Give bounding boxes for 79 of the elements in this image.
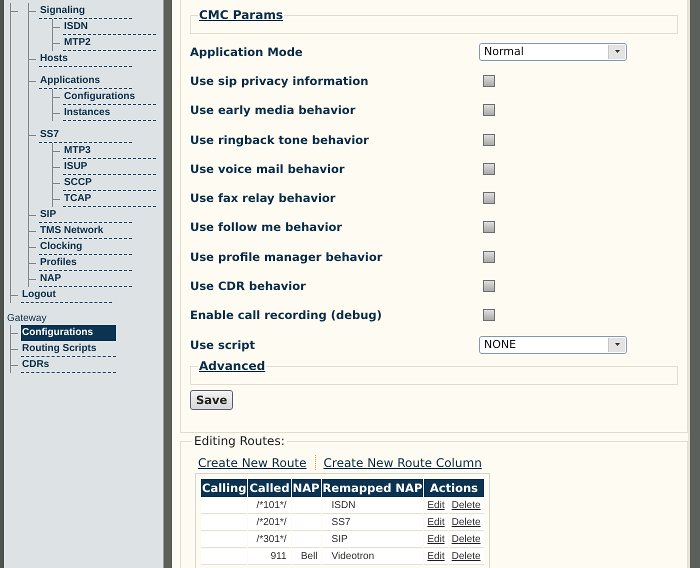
- column-header: Remapped NAP: [322, 479, 424, 498]
- nav-link[interactable]: Applications: [39, 73, 132, 89]
- table-cell: ISDN: [322, 498, 424, 514]
- dropdown[interactable]: NONE: [479, 336, 627, 354]
- table-cell: /*201*/: [248, 515, 291, 532]
- field-label: Use script: [190, 338, 256, 352]
- field-label: Use voice mail behavior: [190, 162, 346, 176]
- create-link[interactable]: Create New Route: [198, 456, 307, 470]
- nav-link[interactable]: SIP: [39, 207, 132, 223]
- nav-link[interactable]: Signaling: [39, 3, 132, 19]
- checkbox[interactable]: [483, 250, 495, 263]
- table-cell: 911: [248, 549, 291, 566]
- create-link[interactable]: Create New Route Column: [324, 456, 482, 470]
- nav-link[interactable]: TCAP: [63, 191, 156, 207]
- checkbox[interactable]: [483, 104, 495, 116]
- checkbox[interactable]: [483, 309, 495, 322]
- table-cell: [292, 515, 321, 532]
- field-label: Use ringback tone behavior: [190, 132, 370, 147]
- row-action-link[interactable]: Delete: [452, 551, 481, 562]
- nav-link[interactable]: Profiles: [39, 255, 132, 271]
- nav-link[interactable]: MTP2: [63, 35, 156, 51]
- nav-link[interactable]: Routing Scripts: [21, 341, 116, 357]
- checkbox[interactable]: [483, 280, 495, 292]
- checkbox[interactable]: [483, 74, 495, 87]
- checkbox[interactable]: [483, 134, 495, 146]
- field-label: Use CDR behavior: [190, 279, 307, 294]
- row-action-link[interactable]: Delete: [452, 500, 481, 512]
- section-title: Editing Routes:: [192, 435, 287, 448]
- table-cell: [292, 498, 321, 514]
- field-label: Application Mode: [190, 44, 304, 59]
- nav-link[interactable]: SCCP: [63, 175, 156, 191]
- nav-link[interactable]: TMS Network: [39, 223, 132, 239]
- table-cell: [201, 532, 248, 548]
- table-cell: /*301*/: [248, 532, 291, 548]
- field-label: Use follow me behavior: [190, 220, 344, 234]
- column-header: NAP: [292, 479, 321, 498]
- nav-link[interactable]: Clocking: [39, 239, 132, 255]
- save-button[interactable]: Save: [190, 390, 234, 410]
- nav-link[interactable]: Hosts: [39, 51, 132, 67]
- table-cell: [201, 498, 248, 514]
- nav-link[interactable]: ISUP: [63, 159, 156, 175]
- nav-link[interactable]: SS7: [39, 127, 132, 143]
- column-header: Called: [248, 479, 291, 498]
- dropdown[interactable]: Normal: [479, 42, 627, 61]
- field-label: Use profile manager behavior: [190, 250, 384, 264]
- row-action-link[interactable]: Edit: [427, 551, 445, 562]
- table-cell: SIP: [322, 532, 424, 548]
- column-header: Actions: [424, 479, 484, 498]
- table-cell: [201, 549, 248, 566]
- checkbox[interactable]: [483, 221, 495, 234]
- nav-link[interactable]: MTP3: [63, 143, 156, 159]
- nav-link[interactable]: ISDN: [63, 19, 156, 35]
- field-label: Enable call recording (debug): [190, 308, 383, 322]
- row-action-link[interactable]: Delete: [452, 517, 481, 528]
- section-toggle-link[interactable]: CMC Params: [198, 8, 284, 22]
- table-cell: [292, 532, 321, 548]
- nav-link[interactable]: NAP: [39, 271, 132, 287]
- nav-link[interactable]: Configurations: [63, 89, 156, 105]
- section-toggle-link[interactable]: Advanced: [198, 359, 266, 374]
- field-label: Use fax relay behavior: [190, 191, 336, 206]
- row-action-link[interactable]: Delete: [452, 534, 481, 546]
- table-cell: SS7: [322, 515, 424, 532]
- table-cell: [201, 515, 248, 532]
- row-action-link[interactable]: Edit: [427, 517, 445, 528]
- field-label: Use early media behavior: [190, 103, 356, 118]
- checkbox[interactable]: [483, 162, 495, 175]
- nav-link[interactable]: Configurations: [21, 325, 116, 341]
- checkbox[interactable]: [483, 192, 495, 204]
- table-cell: Bell: [292, 549, 321, 566]
- column-header: Calling: [201, 479, 248, 498]
- field-label: Use sip privacy information: [190, 74, 370, 88]
- table-cell: /*101*/: [248, 498, 291, 514]
- nav-link[interactable]: CDRs: [21, 357, 116, 373]
- table-cell: Videotron: [322, 549, 424, 566]
- row-action-link[interactable]: Edit: [427, 534, 445, 546]
- sidebar-heading: Gateway: [7, 312, 48, 325]
- row-action-link[interactable]: Edit: [427, 500, 445, 512]
- nav-link[interactable]: Instances: [63, 105, 156, 121]
- nav-link[interactable]: Logout: [21, 287, 112, 303]
